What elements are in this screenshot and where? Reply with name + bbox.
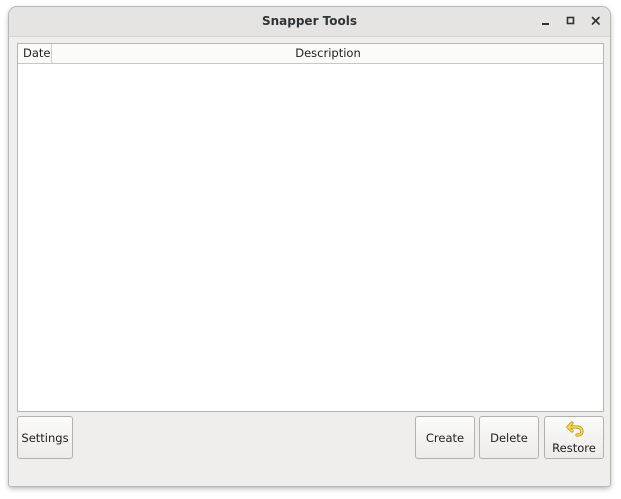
- create-button-label: Create: [425, 431, 465, 445]
- table-header: Date Description: [18, 44, 603, 64]
- maximize-button[interactable]: [563, 13, 579, 29]
- snapshots-table[interactable]: Date Description: [17, 43, 604, 412]
- app-window: Snapper Tools Date Description Settings …: [9, 7, 610, 486]
- table-body[interactable]: [18, 64, 603, 411]
- minimize-icon: [542, 23, 549, 25]
- delete-button[interactable]: Delete: [479, 416, 539, 459]
- title-bar[interactable]: Snapper Tools: [9, 7, 610, 37]
- maximize-icon: [566, 16, 575, 25]
- minimize-button[interactable]: [538, 13, 554, 29]
- close-icon: [591, 16, 600, 25]
- close-button[interactable]: [588, 13, 604, 29]
- window-title: Snapper Tools: [261, 14, 358, 28]
- settings-button[interactable]: Settings: [17, 416, 73, 459]
- undo-arrow-icon: [566, 421, 584, 437]
- delete-button-label: Delete: [490, 431, 528, 445]
- column-header-description[interactable]: Description: [53, 44, 603, 63]
- settings-button-label: Settings: [21, 431, 69, 445]
- column-header-date[interactable]: Date: [18, 44, 52, 63]
- restore-button[interactable]: Restore: [544, 416, 604, 459]
- create-button[interactable]: Create: [415, 416, 475, 459]
- restore-button-label: Restore: [552, 441, 596, 455]
